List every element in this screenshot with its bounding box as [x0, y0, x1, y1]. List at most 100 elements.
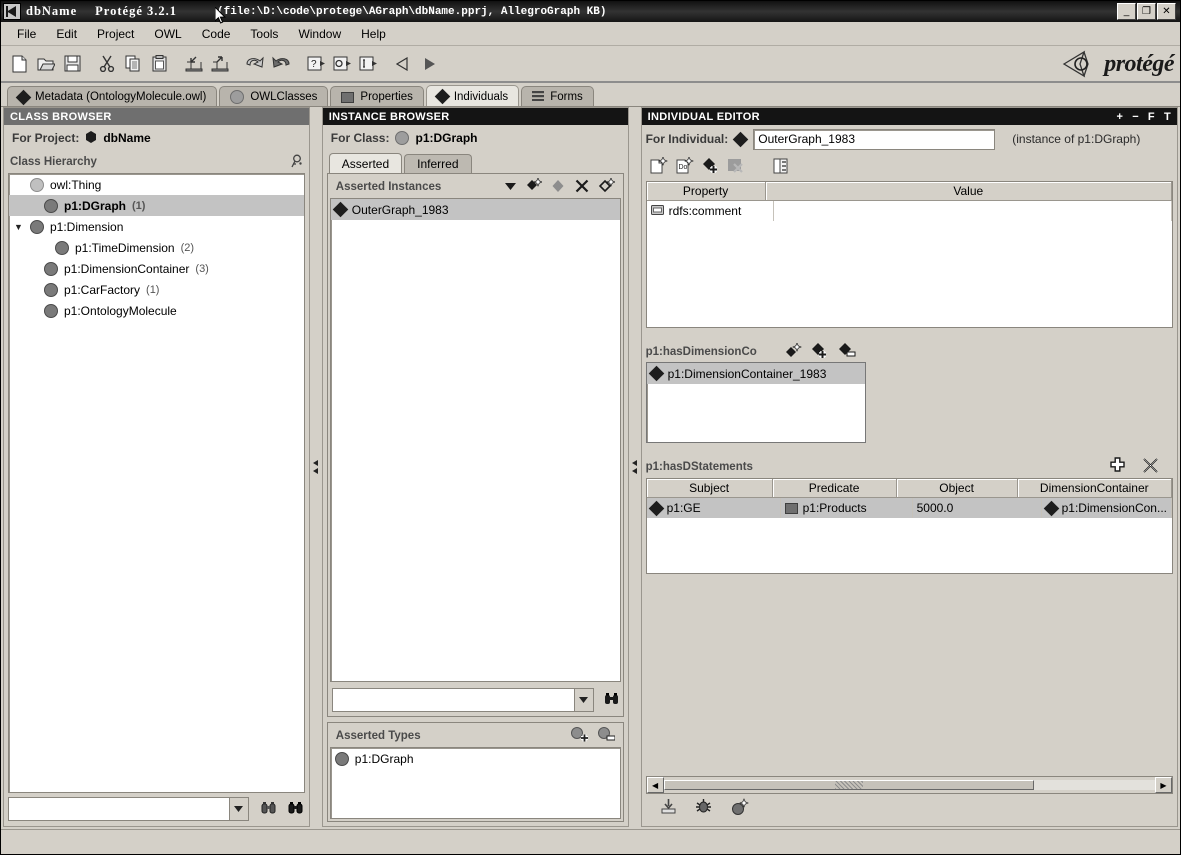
undo-icon[interactable] [242, 51, 268, 77]
tree-item-dgraph[interactable]: p1:DGraph (1) [9, 195, 304, 216]
menu-project[interactable]: Project [87, 25, 144, 43]
collapse-button[interactable]: − [1132, 111, 1139, 123]
column-header-subject[interactable]: Subject [646, 479, 773, 498]
dimension-container-item[interactable]: p1:DimensionContainer_1983 [646, 363, 865, 384]
maximize-button[interactable]: ❐ [1137, 3, 1156, 20]
expand-button[interactable]: + [1116, 111, 1123, 123]
asserted-type-item[interactable]: p1:DGraph [331, 748, 620, 769]
delete-instance-icon[interactable] [575, 179, 589, 196]
close-button[interactable]: ✕ [1157, 3, 1176, 20]
individual-editor-hscrollbar[interactable]: ◀ ▶ [645, 776, 1173, 794]
hscroll-track[interactable] [663, 780, 1155, 790]
tree-view-button[interactable]: T [1164, 111, 1171, 123]
splitter-right[interactable] [628, 107, 641, 827]
menu-file[interactable]: File [7, 25, 46, 43]
import-icon[interactable] [181, 51, 207, 77]
menu-tools[interactable]: Tools [240, 25, 288, 43]
tree-expander[interactable]: ▼ [13, 222, 24, 232]
create-from-class-icon[interactable] [598, 177, 616, 196]
new-resource-icon[interactable] [650, 155, 669, 178]
value-cell[interactable] [774, 201, 1172, 221]
column-header-dimensioncontainer[interactable]: DimensionContainer [1017, 479, 1172, 498]
instance-search-input[interactable] [332, 689, 574, 711]
tab-asserted[interactable]: Asserted [328, 153, 403, 173]
remove-instance-icon[interactable] [838, 342, 856, 362]
dimension-container-list[interactable]: p1:DimensionContainer_1983 [645, 362, 866, 443]
menu-owl[interactable]: OWL [144, 25, 191, 43]
tree-item-owl-thing[interactable]: owl:Thing [9, 174, 304, 195]
forward-icon[interactable] [416, 51, 442, 77]
back-icon[interactable] [390, 51, 416, 77]
export-icon[interactable] [207, 51, 233, 77]
tab-metadata[interactable]: Metadata (OntologyMolecule.owl) [7, 86, 218, 107]
create-instance-icon[interactable] [525, 177, 543, 196]
paste-icon[interactable] [146, 51, 172, 77]
class-hierarchy-tree[interactable]: owl:Thing p1:DGraph (1) ▼ p1:Dimension p… [8, 173, 305, 793]
save-project-icon[interactable] [59, 51, 85, 77]
tree-item-dimension[interactable]: ▼ p1:Dimension [9, 216, 304, 237]
tree-item-dimensioncontainer[interactable]: p1:DimensionContainer (3) [9, 258, 304, 279]
hscroll-thumb[interactable] [663, 780, 1035, 790]
class-search-combo[interactable] [8, 797, 249, 821]
find-class-icon[interactable] [289, 154, 303, 171]
column-header-value[interactable]: Value [765, 182, 1172, 201]
form-view-button[interactable]: F [1148, 111, 1155, 123]
property-table-row[interactable]: rdfs:comment [647, 201, 1172, 221]
input-icon[interactable] [355, 51, 381, 77]
delete-row-icon[interactable] [1142, 457, 1159, 477]
query-icon[interactable]: ? [303, 51, 329, 77]
menu-code[interactable]: Code [192, 25, 241, 43]
view-form-icon[interactable] [773, 158, 789, 177]
sort-dropdown-icon[interactable] [504, 181, 516, 193]
minimize-button[interactable]: _ [1117, 3, 1136, 20]
tab-forms[interactable]: Forms [521, 86, 594, 107]
class-search-input[interactable] [9, 798, 229, 820]
instance-icon[interactable] [730, 797, 749, 819]
add-individual-icon[interactable] [702, 157, 720, 177]
copy-instance-icon[interactable] [551, 179, 566, 196]
save-icon[interactable] [660, 798, 677, 818]
chevron-down-icon[interactable] [228, 798, 248, 820]
binoculars-icon[interactable] [261, 801, 276, 817]
menu-edit[interactable]: Edit [46, 25, 87, 43]
column-header-object[interactable]: Object [896, 479, 1018, 498]
menu-window[interactable]: Window [288, 25, 351, 43]
add-row-icon[interactable] [1109, 457, 1126, 477]
asserted-instances-list[interactable]: OuterGraph_1983 [329, 198, 621, 682]
tab-owlclasses[interactable]: OWLClasses [219, 86, 329, 107]
splitter-left[interactable] [309, 107, 322, 827]
tree-item-ontologymolecule[interactable]: p1:OntologyMolecule [9, 300, 304, 321]
property-table[interactable]: Property Value rdfs:comment [645, 181, 1173, 328]
add-instance-icon[interactable] [811, 342, 829, 362]
tab-individuals[interactable]: Individuals [425, 85, 520, 107]
tab-properties[interactable]: Properties [330, 86, 424, 107]
scroll-left-button[interactable]: ◀ [646, 777, 664, 793]
create-instance-icon[interactable] [785, 341, 802, 362]
binoculars-bold-icon[interactable] [288, 801, 303, 817]
copy-icon[interactable] [120, 51, 146, 77]
column-header-predicate[interactable]: Predicate [772, 479, 897, 498]
add-type-icon[interactable] [570, 726, 588, 746]
new-doc-resource-icon[interactable]: Do [676, 155, 695, 178]
tab-inferred[interactable]: Inferred [404, 154, 472, 173]
menu-help[interactable]: Help [351, 25, 396, 43]
debug-icon[interactable] [695, 798, 712, 818]
dstatements-table[interactable]: Subject Predicate Object DimensionContai… [645, 478, 1173, 574]
column-header-property[interactable]: Property [646, 182, 766, 201]
output-icon[interactable] [329, 51, 355, 77]
instance-search-combo[interactable] [331, 688, 594, 712]
new-project-icon[interactable] [7, 51, 33, 77]
open-project-icon[interactable] [33, 51, 59, 77]
individual-name-field[interactable]: OuterGraph_1983 [753, 128, 996, 150]
cut-icon[interactable] [94, 51, 120, 77]
tree-item-timedimension[interactable]: p1:TimeDimension (2) [9, 237, 304, 258]
dstatements-table-row[interactable]: p1:GE p1:Products 5000.0 p1:DimensionCon… [646, 498, 1172, 518]
instance-list-item[interactable]: OuterGraph_1983 [330, 199, 620, 220]
chevron-down-icon[interactable] [573, 689, 593, 711]
binoculars-icon[interactable] [604, 692, 619, 708]
asserted-types-list[interactable]: p1:DGraph [329, 747, 621, 819]
redo-icon[interactable] [268, 51, 294, 77]
remove-type-icon[interactable] [597, 726, 616, 746]
tree-item-carfactory[interactable]: p1:CarFactory (1) [9, 279, 304, 300]
scroll-right-button[interactable]: ▶ [1154, 777, 1172, 793]
